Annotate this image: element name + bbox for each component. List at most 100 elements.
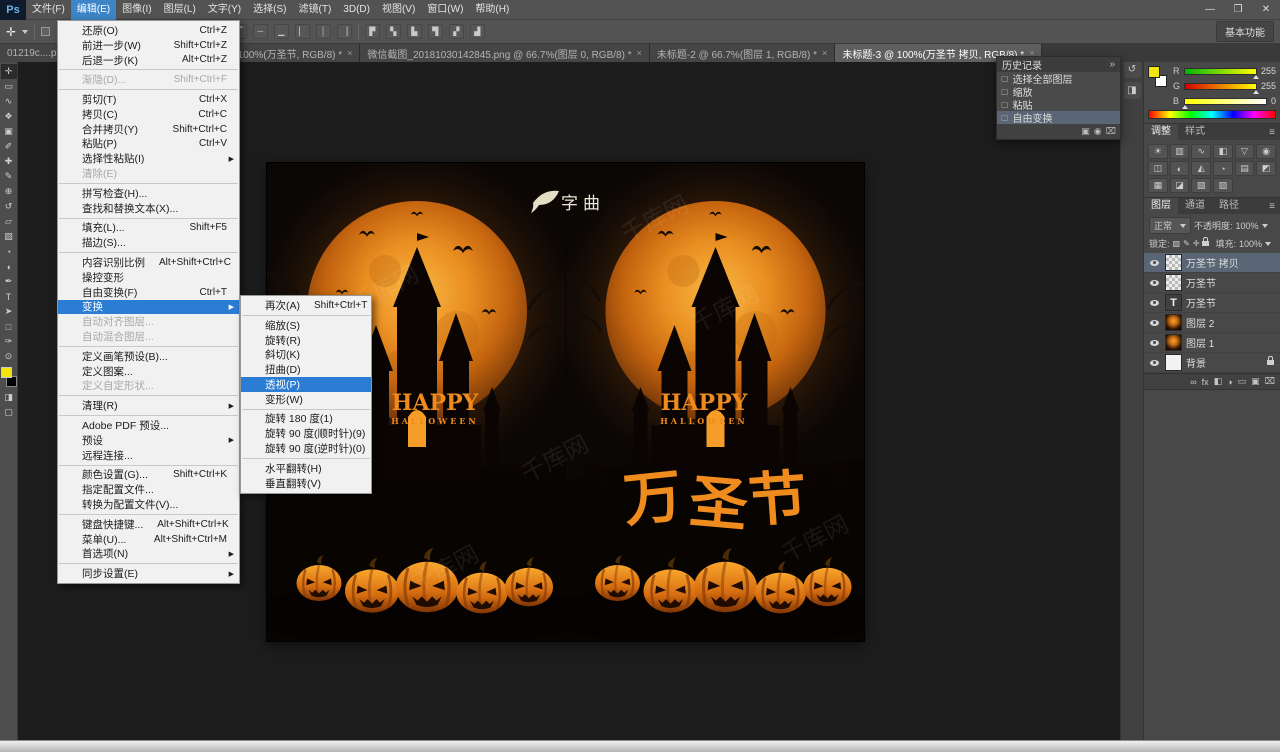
clone-stamp-tool[interactable]: ⊕ (1, 184, 17, 199)
tab-close-icon[interactable]: × (822, 48, 827, 58)
exposure-icon[interactable]: ◧ (1212, 144, 1233, 159)
document-tab-4[interactable]: 未标题-2 @ 66.7%(图层 1, RGB/8) * × (649, 44, 836, 62)
menu-3d[interactable]: 3D(D) (337, 0, 376, 20)
tab-adjustments[interactable]: 调整 (1144, 124, 1178, 140)
menu-window[interactable]: 窗口(W) (421, 0, 469, 20)
vibrance-icon[interactable]: ▽ (1234, 144, 1255, 159)
color-lookup-icon[interactable]: ▤ (1234, 161, 1255, 176)
collapse-panel-icon[interactable]: » (1109, 59, 1115, 70)
layer-thumbnail[interactable] (1165, 334, 1182, 351)
distribute-left-edges-icon[interactable]: ▜ (427, 24, 443, 39)
foreground-color-swatch[interactable] (0, 367, 12, 378)
submenu-item-rotate-90-cw[interactable]: 旋转 90 度(顺时针)(9) (241, 426, 371, 441)
menu-item-step-forward[interactable]: 前进一步(W) Shift+Ctrl+Z (58, 38, 239, 53)
menu-item-purge[interactable]: 清理(R) ▶ (58, 398, 239, 413)
layer-row-layer-2[interactable]: 图层 2 (1144, 313, 1280, 333)
green-slider[interactable] (1184, 82, 1259, 94)
channel-mixer-icon[interactable]: ◔ (1212, 161, 1233, 176)
type-tool[interactable]: T (1, 289, 17, 304)
properties-panel-icon[interactable]: ◨ (1123, 82, 1141, 99)
quick-mask-button[interactable]: ◨ (1, 390, 17, 405)
layer-row-background[interactable]: 背景 (1144, 353, 1280, 373)
lasso-tool[interactable]: ∿ (1, 94, 17, 109)
menu-item-puppet-warp[interactable]: 操控变形 (58, 270, 239, 285)
photo-filter-icon[interactable]: ◭ (1191, 161, 1211, 176)
eraser-tool[interactable]: ▱ (1, 214, 17, 229)
menu-item-keyboard-shortcuts[interactable]: 键盘快捷键... Alt+Shift+Ctrl+K (58, 517, 239, 532)
align-vertical-centers-icon[interactable]: ─ (252, 24, 268, 39)
spot-healing-brush-tool[interactable]: ✚ (1, 154, 17, 169)
menu-item-sync-settings[interactable]: 同步设置(E) ▶ (58, 566, 239, 581)
curves-icon[interactable]: ∿ (1191, 144, 1211, 159)
lock-all-icon[interactable] (1202, 237, 1210, 246)
menu-select[interactable]: 选择(S) (247, 0, 292, 20)
layer-visibility-toggle[interactable] (1147, 339, 1161, 346)
menu-item-cut[interactable]: 剪切(T) Ctrl+X (58, 92, 239, 107)
submenu-item-rotate-180[interactable]: 旋转 180 度(1) (241, 412, 371, 427)
menu-view[interactable]: 视图(V) (376, 0, 421, 20)
blur-tool[interactable]: ◔ (1, 244, 17, 259)
layer-thumbnail[interactable] (1165, 314, 1182, 331)
selective-color-icon[interactable]: ▨ (1212, 178, 1233, 193)
menu-item-stroke[interactable]: 描边(S)... (58, 235, 239, 250)
layer-visibility-toggle[interactable] (1147, 259, 1161, 266)
zoom-tool[interactable]: ⊙ (1, 349, 17, 364)
submenu-item-perspective[interactable]: 透视(P) (241, 376, 371, 392)
distribute-bottom-edges-icon[interactable]: ▙ (406, 24, 422, 39)
invert-icon[interactable]: ◩ (1256, 161, 1276, 176)
auto-select-checkbox[interactable] (41, 27, 51, 36)
color-swatches[interactable] (0, 367, 17, 387)
submenu-item-flip-vertical[interactable]: 垂直翻转(V) (241, 476, 371, 491)
submenu-item-rotate-90-ccw[interactable]: 旋转 90 度(逆时针)(0) (241, 441, 371, 456)
dodge-tool[interactable]: ◖ (1, 259, 17, 274)
layer-visibility-toggle[interactable] (1147, 359, 1161, 366)
fill-value[interactable]: 100% (1239, 239, 1262, 249)
layer-row-halloween-copy[interactable]: 万圣节 拷贝 (1144, 253, 1280, 273)
align-horizontal-centers-icon[interactable]: │ (315, 24, 331, 39)
menu-item-find-and-replace-text[interactable]: 查找和替换文本(X)... (58, 201, 239, 216)
screen-mode-button[interactable]: ▢ (1, 405, 17, 420)
adjustment-layer-icon[interactable]: ◑ (1227, 377, 1232, 387)
move-tool[interactable]: ✛ (0, 64, 17, 79)
layer-row-halloween-type[interactable]: T 万圣节 (1144, 293, 1280, 313)
menu-item-color-settings[interactable]: 颜色设置(G)... Shift+Ctrl+K (58, 468, 239, 483)
menu-item-copy-merged[interactable]: 合并拷贝(Y) Shift+Ctrl+C (58, 122, 239, 137)
path-selection-tool[interactable]: ➤ (1, 304, 17, 319)
menu-item-paste-special[interactable]: 选择性粘贴(I) ▶ (58, 151, 239, 166)
submenu-item-flip-horizontal[interactable]: 水平翻转(H) (241, 461, 371, 476)
menu-item-fill[interactable]: 填充(L)... Shift+F5 (58, 221, 239, 236)
history-panel-icon[interactable]: ↺ (1123, 61, 1141, 78)
submenu-item-warp[interactable]: 变形(W) (241, 392, 371, 407)
layer-effects-icon[interactable]: fx (1202, 377, 1209, 387)
posterize-icon[interactable]: ▦ (1148, 178, 1168, 193)
layer-visibility-toggle[interactable] (1147, 299, 1161, 306)
menu-item-define-custom-shape[interactable]: 定义自定形状... (58, 379, 239, 394)
menu-item-check-spelling[interactable]: 拼写检查(H)... (58, 186, 239, 201)
menu-item-assign-profile[interactable]: 指定配置文件... (58, 482, 239, 497)
menu-item-paste[interactable]: 粘贴(P) Ctrl+V (58, 137, 239, 152)
new-layer-icon[interactable]: ▣ (1251, 376, 1260, 387)
opacity-value[interactable]: 100% (1236, 221, 1259, 231)
menu-item-transform[interactable]: 变换 ▶ (58, 299, 239, 315)
workspace-switcher[interactable]: 基本功能 (1216, 21, 1274, 42)
history-brush-tool[interactable]: ↺ (1, 199, 17, 214)
gradient-map-icon[interactable]: ▧ (1191, 178, 1211, 193)
menu-edit[interactable]: 编辑(E) (70, 0, 117, 20)
lock-transparent-pixels-icon[interactable]: ▨ (1173, 239, 1181, 248)
lock-position-icon[interactable]: ✛ (1193, 239, 1200, 248)
menu-image[interactable]: 图像(I) (116, 0, 157, 20)
menu-filter[interactable]: 滤镜(T) (293, 0, 338, 20)
menu-item-convert-to-profile[interactable]: 转换为配置文件(V)... (58, 497, 239, 512)
rectangular-marquee-tool[interactable]: ▭ (1, 79, 17, 94)
brightness-contrast-icon[interactable]: ☀ (1148, 144, 1168, 159)
layer-thumbnail[interactable] (1165, 354, 1182, 371)
lock-image-pixels-icon[interactable]: ✎ (1183, 239, 1190, 248)
layer-row-layer-1[interactable]: 图层 1 (1144, 333, 1280, 353)
red-slider[interactable] (1184, 67, 1259, 79)
distribute-right-edges-icon[interactable]: ▟ (469, 24, 485, 39)
tab-close-icon[interactable]: × (637, 48, 642, 58)
submenu-item-distort[interactable]: 扭曲(D) (241, 362, 371, 377)
brush-tool[interactable]: ✎ (1, 169, 17, 184)
quick-selection-tool[interactable]: ❖ (1, 109, 17, 124)
history-step-4-current[interactable]: ▢ 自由变换 (997, 111, 1120, 125)
